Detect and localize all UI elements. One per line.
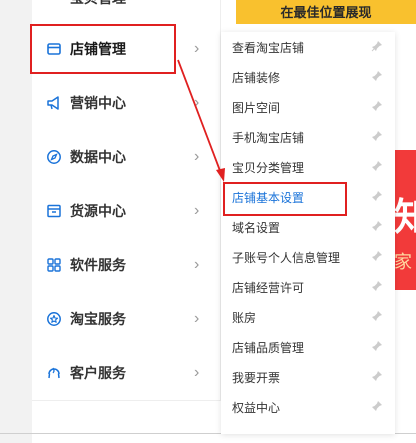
annotation-arrow <box>177 59 225 182</box>
